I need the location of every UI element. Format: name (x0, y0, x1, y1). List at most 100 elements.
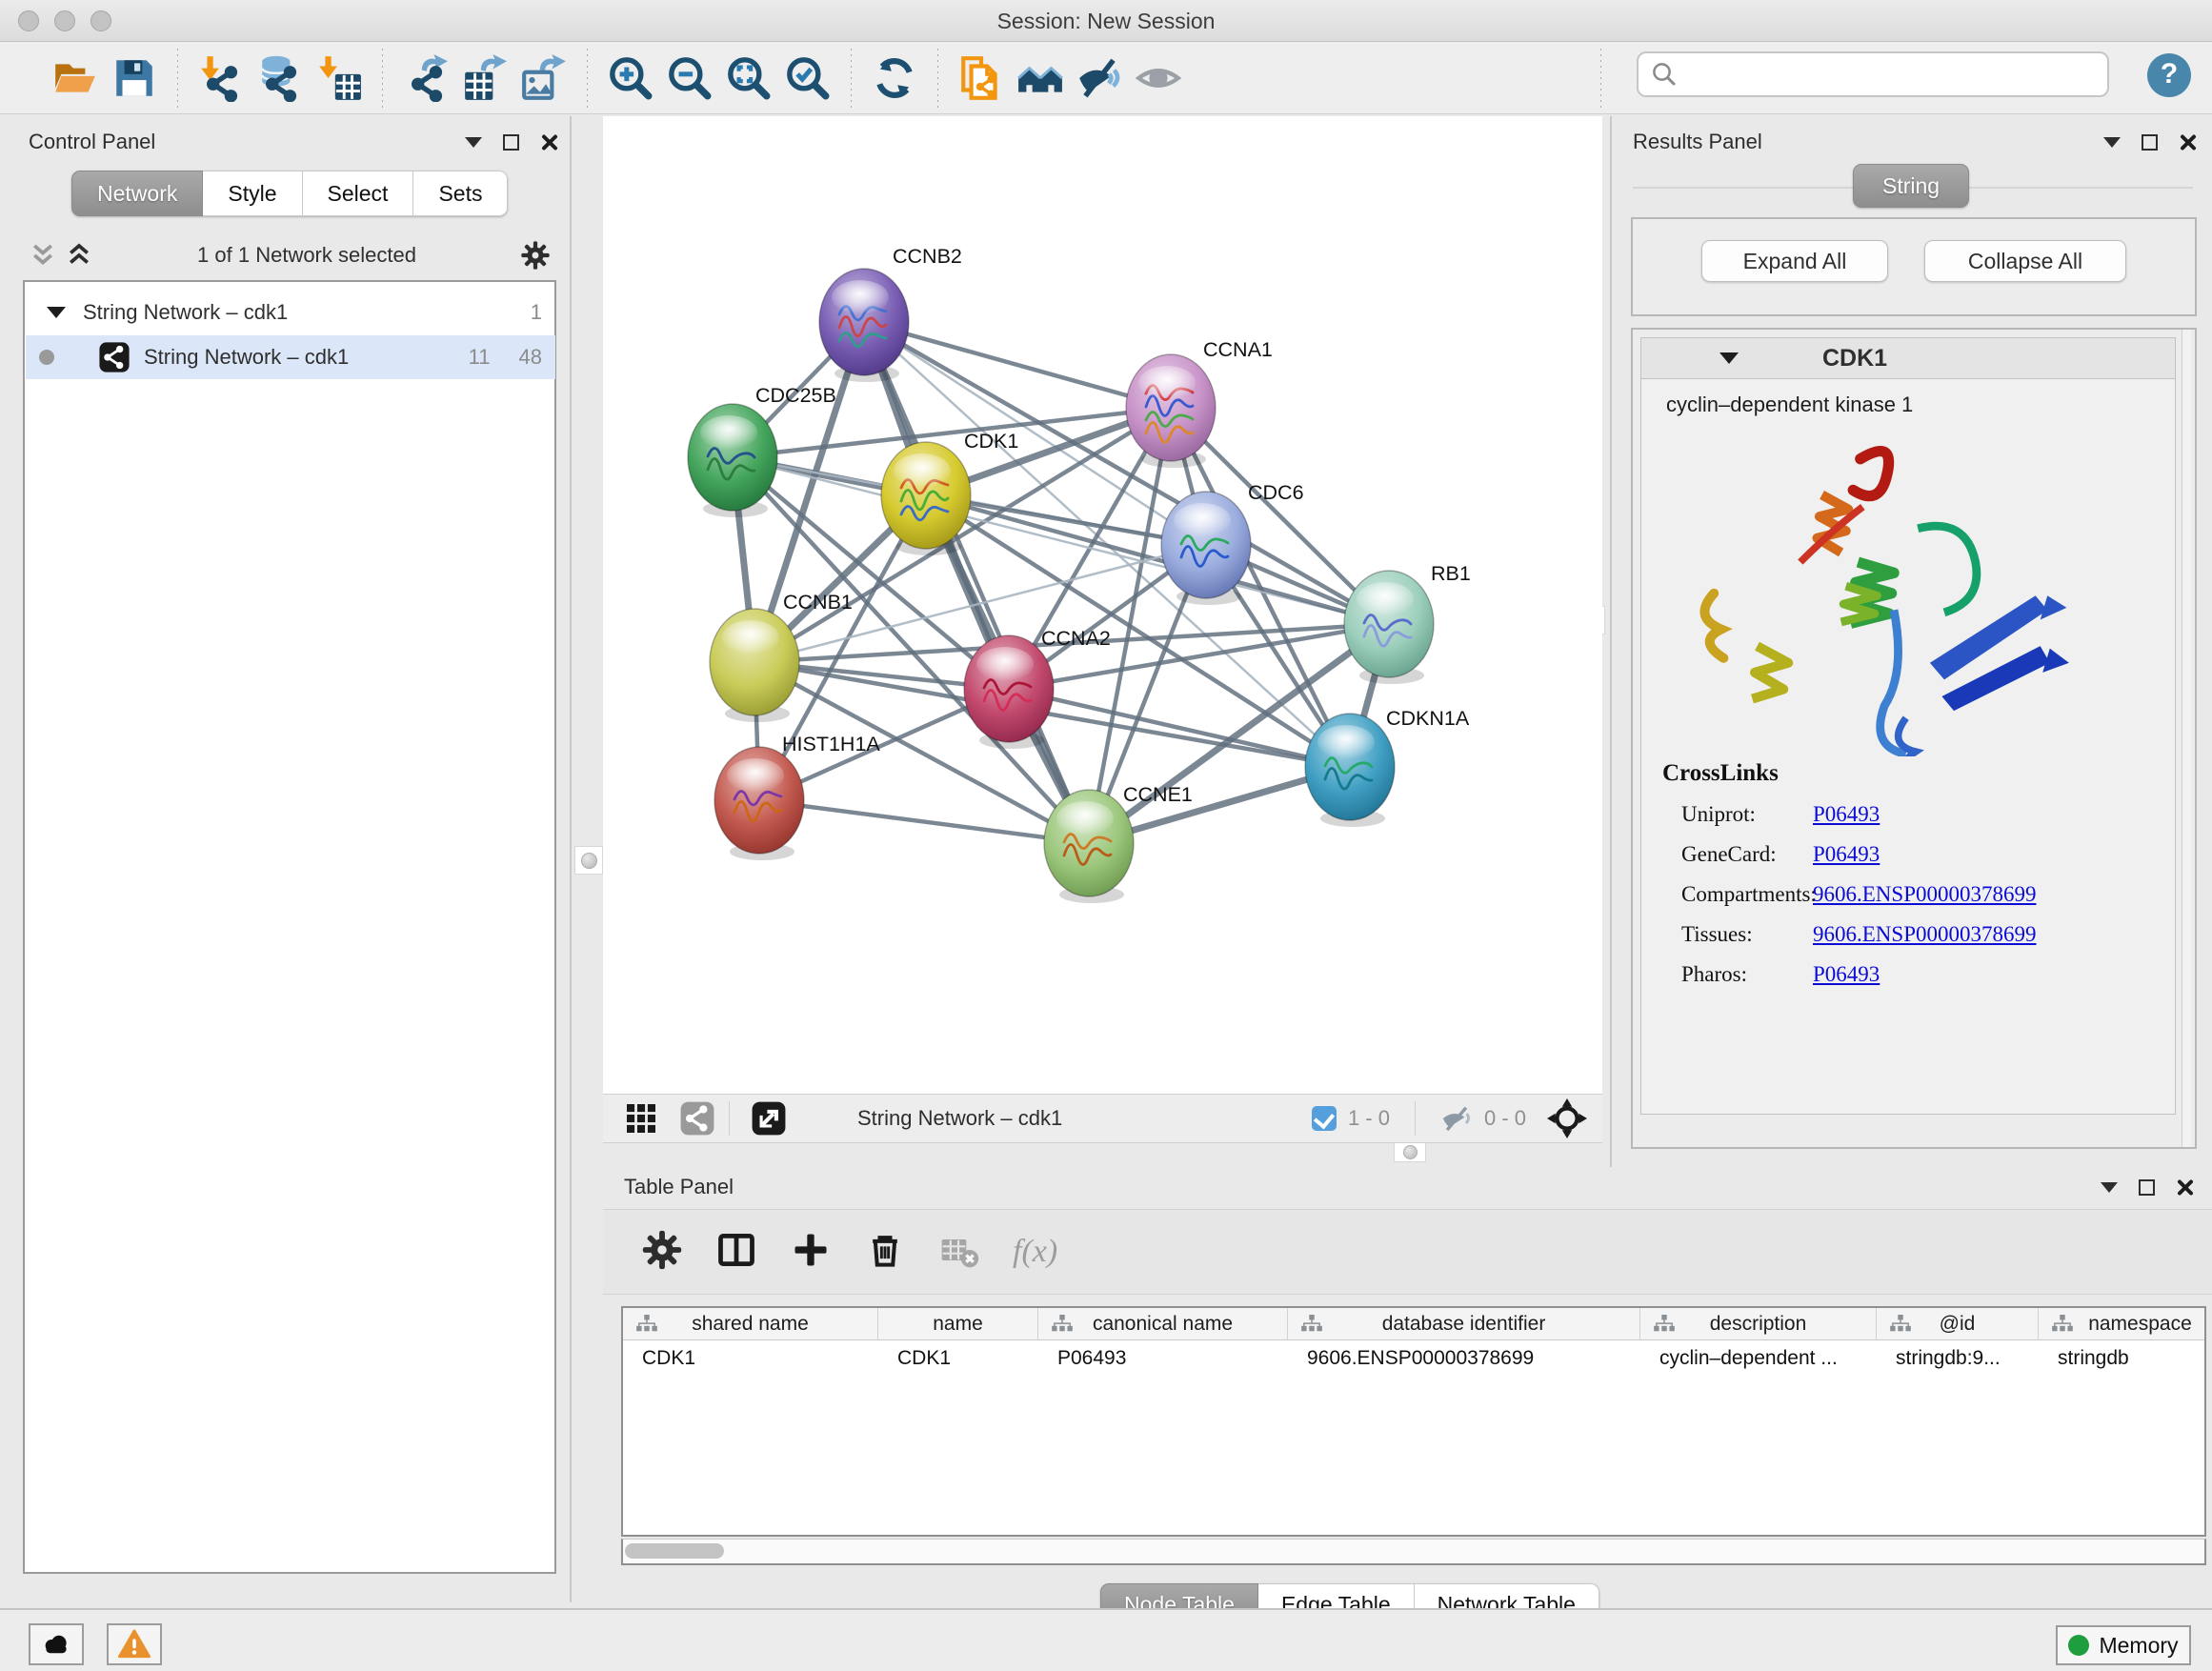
column-header-canonical-name[interactable]: canonical name (1038, 1308, 1288, 1340)
table-horizontal-scrollbar[interactable] (621, 1539, 2206, 1565)
results-scrollbar[interactable] (2182, 330, 2191, 1147)
crosslink-link[interactable]: 9606.ENSP00000378699 (1813, 922, 2037, 947)
selected-counts: 1 - 0 (1348, 1106, 1390, 1131)
column-header-namespace[interactable]: namespace (2039, 1308, 2206, 1340)
toolbar-separator (177, 49, 178, 108)
network-node-count: 11 (469, 345, 491, 370)
string-home-icon[interactable] (1011, 49, 1070, 108)
clone-network-icon[interactable] (952, 49, 1011, 108)
network-node-CDC6[interactable]: CDC6 (1161, 481, 1304, 605)
network-row-selected[interactable]: String Network – cdk1 11 48 (26, 335, 555, 379)
network-node-CCNA1[interactable]: CCNA1 (1126, 338, 1273, 468)
network-node-CCNE1[interactable]: CCNE1 (1044, 783, 1193, 903)
network-label: String Network – cdk1 (144, 345, 349, 370)
import-database-icon[interactable] (251, 49, 310, 108)
export-table-icon[interactable] (455, 49, 514, 108)
memory-button[interactable]: Memory (2056, 1625, 2191, 1665)
import-table-icon[interactable] (310, 49, 369, 108)
create-column-icon[interactable] (790, 1229, 832, 1276)
tab-string[interactable]: String (1853, 164, 1969, 208)
tab-network[interactable]: Network (71, 171, 203, 216)
crosslink-row: GeneCard:P06493 (1662, 842, 2037, 867)
node-table[interactable]: shared namenamecanonical namedatabase id… (621, 1306, 2206, 1537)
network-node-CDKN1A[interactable]: CDKN1A (1305, 707, 1470, 827)
column-header-shared-name[interactable]: shared name (623, 1308, 878, 1340)
panel-float-icon[interactable] (503, 134, 519, 151)
table-cell: P06493 (1038, 1340, 1288, 1377)
export-network-icon[interactable] (396, 49, 455, 108)
zoom-out-icon[interactable] (660, 49, 719, 108)
bottom-splitter-handle[interactable] (1394, 1141, 1426, 1162)
panel-float-icon[interactable] (2142, 134, 2158, 151)
grid-view-icon[interactable] (624, 1101, 658, 1136)
detach-view-icon[interactable] (751, 1100, 787, 1137)
column-header-@id[interactable]: @id (1877, 1308, 2039, 1340)
search-input[interactable] (1679, 62, 2079, 87)
zoom-fit-icon[interactable] (719, 49, 778, 108)
panel-collapse-icon[interactable] (465, 137, 482, 148)
save-session-icon[interactable] (105, 49, 164, 108)
tab-style[interactable]: Style (203, 171, 302, 216)
table-row[interactable]: CDK1CDK1P064939606.ENSP00000378699cyclin… (623, 1340, 2206, 1377)
results-button-box: Expand All Collapse All (1631, 217, 2197, 316)
crosslink-link[interactable]: P06493 (1813, 962, 1880, 987)
birds-eye-view-icon[interactable] (1547, 1098, 1587, 1138)
zoom-selected-icon[interactable] (778, 49, 837, 108)
tree-expander-icon[interactable] (47, 307, 66, 318)
hide-selected-icon[interactable] (1070, 49, 1129, 108)
column-header-name[interactable]: name (878, 1308, 1038, 1340)
tab-select[interactable]: Select (303, 171, 414, 216)
tab-sets[interactable]: Sets (413, 171, 508, 216)
left-splitter-handle[interactable] (574, 846, 603, 875)
network-canvas[interactable]: CCNB2CCNA1CDC25BCDK1CDC6RB1CCNB1CCNA2CDK… (603, 116, 1602, 1094)
panel-collapse-icon[interactable] (2101, 1182, 2118, 1193)
zoom-in-icon[interactable] (601, 49, 660, 108)
table-cell: stringdb:9... (1877, 1340, 2039, 1377)
delete-columns-icon[interactable] (864, 1229, 906, 1276)
open-session-icon[interactable] (46, 49, 105, 108)
panel-float-icon[interactable] (2139, 1179, 2155, 1196)
protein-description: cyclin–dependent kinase 1 (1666, 393, 1913, 417)
protein-header[interactable]: CDK1 (1640, 337, 2176, 379)
panel-close-icon[interactable] (2179, 133, 2196, 151)
crosslink-link[interactable]: P06493 (1813, 802, 1880, 827)
collapse-all-icon[interactable] (29, 241, 57, 270)
network-node-CDC25B[interactable]: CDC25B (688, 384, 836, 517)
column-header-description[interactable]: description (1640, 1308, 1877, 1340)
cloud-status-button[interactable] (29, 1623, 84, 1665)
network-node-CCNB2[interactable]: CCNB2 (819, 245, 962, 382)
network-node-RB1[interactable]: RB1 (1344, 562, 1471, 684)
network-node-CDK1[interactable]: CDK1 (881, 430, 1018, 555)
collapse-all-button[interactable]: Collapse All (1924, 240, 2126, 282)
selected-checkbox-icon[interactable] (1312, 1106, 1337, 1131)
scrollbar-thumb[interactable] (625, 1543, 724, 1559)
show-all-icon[interactable] (1129, 49, 1188, 108)
expand-all-icon[interactable] (65, 241, 93, 270)
collapse-protein-icon[interactable] (1719, 352, 1739, 364)
table-settings-icon[interactable] (641, 1229, 683, 1276)
network-options-gear-icon[interactable] (520, 240, 551, 271)
network-badge-icon[interactable] (679, 1100, 715, 1137)
table-panel: Table Panel f(x) shared namenamecanonica… (603, 1167, 2212, 1602)
expand-all-button[interactable]: Expand All (1701, 240, 1888, 282)
network-collection-row[interactable]: String Network – cdk1 1 (26, 293, 555, 332)
results-panel-title: Results Panel (1633, 130, 1762, 154)
search-field[interactable] (1637, 51, 2109, 97)
results-scroll-area: CDK1 cyclin–dependent kinase 1 (1631, 328, 2197, 1149)
refresh-icon[interactable] (865, 49, 924, 108)
help-icon[interactable]: ? (2147, 53, 2191, 97)
crosslink-link[interactable]: P06493 (1813, 842, 1880, 867)
export-image-icon[interactable] (514, 49, 573, 108)
warnings-button[interactable] (107, 1623, 162, 1665)
panel-close-icon[interactable] (2176, 1178, 2193, 1196)
panel-collapse-icon[interactable] (2103, 137, 2121, 148)
cloud-icon (40, 1628, 72, 1661)
network-node-HIST1H1A[interactable]: HIST1H1A (714, 733, 880, 860)
node-label: CCNE1 (1123, 783, 1193, 806)
panel-close-icon[interactable] (540, 133, 557, 151)
show-columns-icon[interactable] (715, 1229, 757, 1276)
column-header-database-identifier[interactable]: database identifier (1288, 1308, 1640, 1340)
import-network-icon[interactable] (191, 49, 251, 108)
table-toolbar: f(x) (603, 1209, 2212, 1295)
crosslink-link[interactable]: 9606.ENSP00000378699 (1813, 882, 2037, 907)
